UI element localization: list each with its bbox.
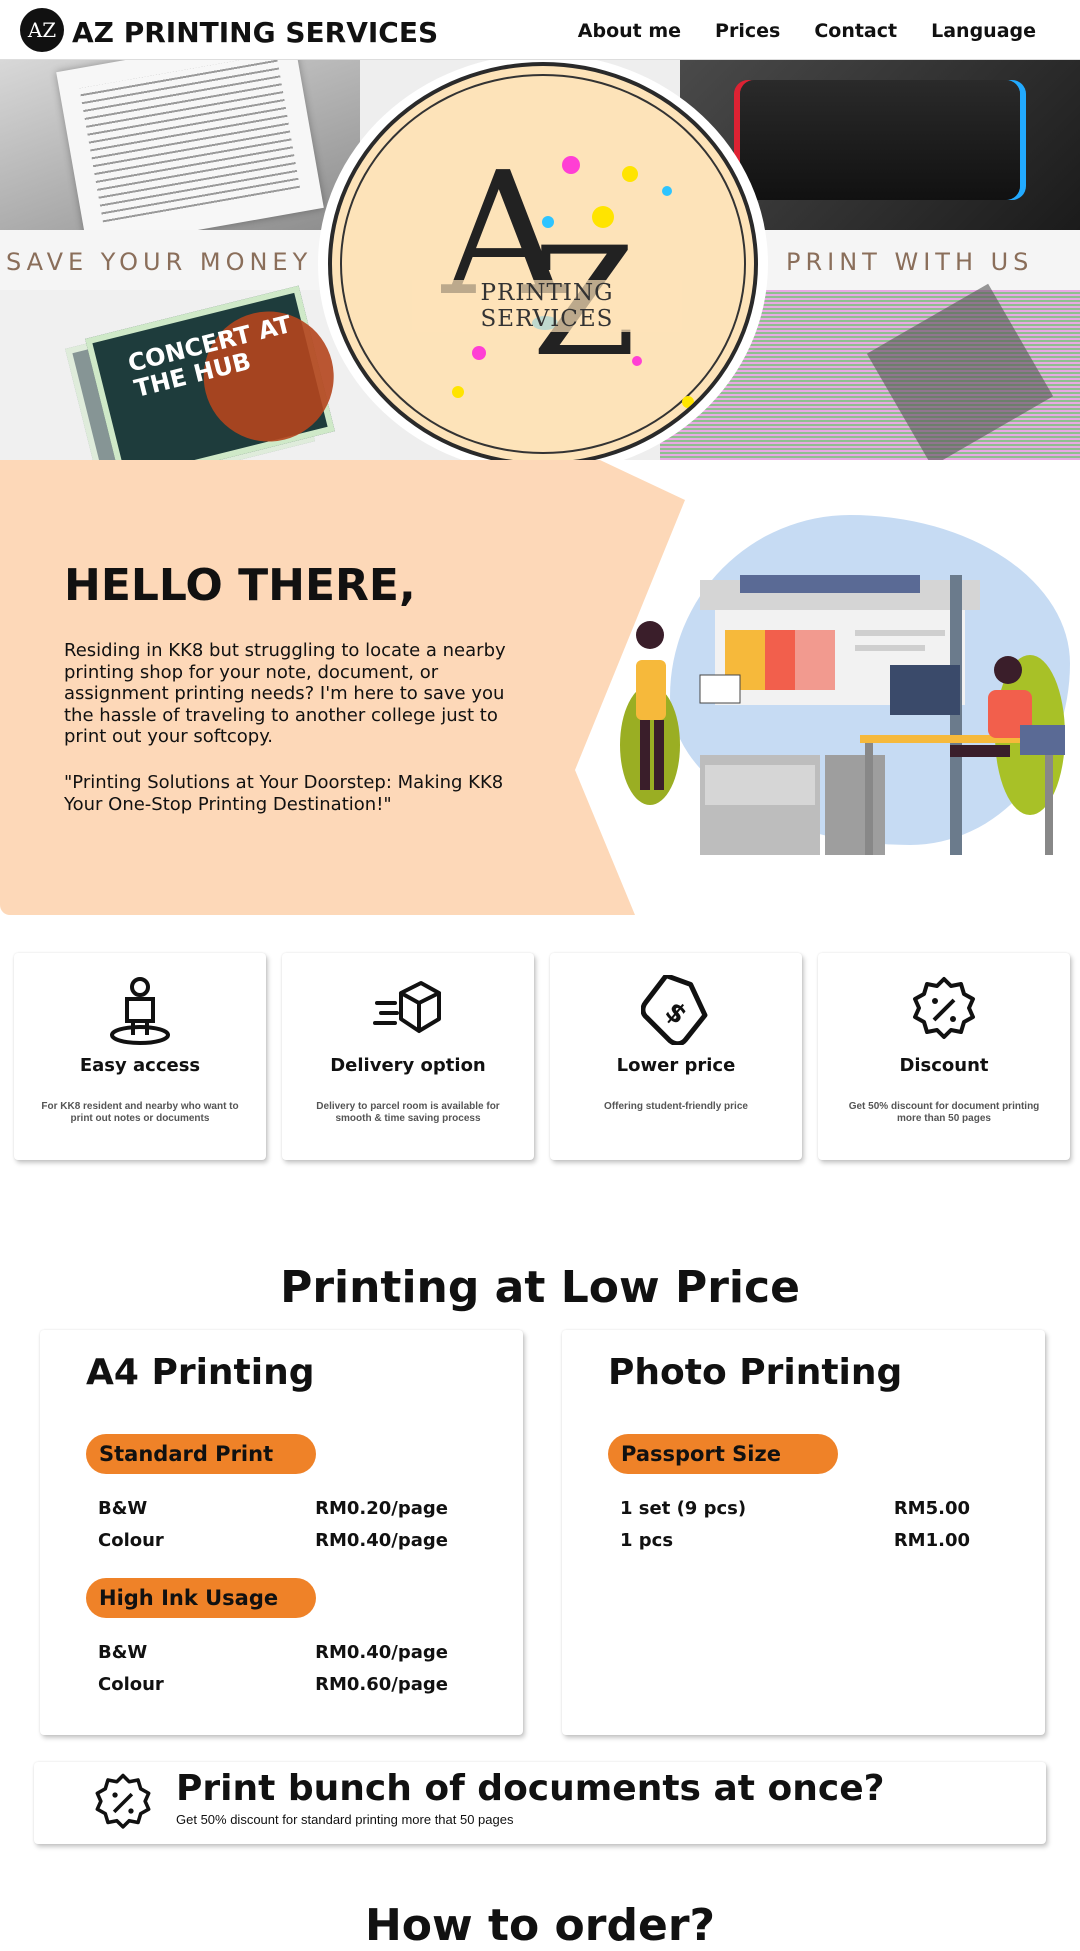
passport-size-pill: Passport Size [608, 1434, 838, 1474]
hero-image-posters: CONCERT AT THE HUB [0, 285, 380, 460]
intro-paragraph: Residing in KK8 but struggling to locate… [64, 640, 506, 747]
price-row-name: 1 set (9 pcs) [620, 1498, 747, 1519]
feature-title: Easy access [79, 1055, 201, 1076]
printing-illustration [610, 515, 1070, 875]
svg-text:$: $ [659, 996, 692, 1031]
feature-card-discount: Discount Get 50% discount for document p… [818, 953, 1070, 1160]
feature-title: Delivery option [330, 1055, 486, 1076]
price-row: Colour RM0.40/page [98, 1530, 448, 1551]
feature-desc: For KK8 resident and nearby who want to … [41, 1101, 239, 1124]
fast-box-icon [373, 981, 441, 1033]
photo-printing-card: Photo Printing Passport Size 1 set (9 pc… [562, 1330, 1045, 1735]
standard-print-pill: Standard Print [86, 1434, 316, 1474]
intro-tagline: "Printing Solutions at Your Doorstep: Ma… [64, 772, 504, 815]
price-row-name: Colour [98, 1530, 164, 1551]
hero-banner-right: PRINT WITH US [786, 248, 1034, 276]
price-row-value: RM1.00 [893, 1530, 970, 1551]
hero-image-papers [0, 60, 360, 250]
feature-card-lower-price: $ Lower price Offering student-friendly … [550, 953, 802, 1160]
nav-link-about[interactable]: About me [578, 20, 681, 42]
hero-collage: SAVE YOUR MONEY PRINT WITH US CONCERT AT… [0, 60, 1080, 460]
nav-link-language[interactable]: Language [931, 20, 1036, 42]
price-row: 1 set (9 pcs) RM5.00 [620, 1498, 970, 1519]
a4-printing-card: A4 Printing Standard Print B&W RM0.20/pag… [40, 1330, 523, 1735]
price-row: 1 pcs RM1.00 [620, 1530, 970, 1551]
feature-title: Lower price [616, 1055, 736, 1076]
intro-heading: HELLO THERE, [64, 560, 416, 611]
price-row-value: RM0.40/page [315, 1530, 448, 1551]
price-row-name: Colour [98, 1674, 164, 1695]
feature-desc: Delivery to parcel room is available for… [316, 1101, 500, 1124]
bulk-title: Print bunch of documents at once? [176, 1768, 885, 1809]
a4-card-title: A4 Printing [86, 1352, 315, 1393]
feature-title: Discount [899, 1055, 989, 1076]
high-ink-pill: High Ink Usage [86, 1578, 316, 1618]
price-row-value: RM0.40/page [315, 1642, 448, 1663]
pricing-title: Printing at Low Price [280, 1262, 800, 1313]
discount-badge-icon [913, 977, 975, 1039]
price-row-value: RM5.00 [893, 1498, 970, 1519]
nav-link-prices[interactable]: Prices [715, 20, 780, 42]
hero-banner-left: SAVE YOUR MONEY [6, 248, 313, 276]
price-row-value: RM0.60/page [315, 1674, 448, 1695]
brand-title[interactable]: AZ PRINTING SERVICES [72, 16, 438, 49]
top-navbar: AZ AZ PRINTING SERVICES About me Prices … [0, 0, 1080, 60]
feature-card-easy-access: Easy access For KK8 resident and nearby … [14, 953, 266, 1160]
feature-card-delivery: Delivery option Delivery to parcel room … [282, 953, 534, 1160]
feature-desc: Offering student-friendly price [604, 1101, 748, 1112]
discount-badge-icon [95, 1773, 151, 1829]
price-row-name: 1 pcs [620, 1530, 674, 1551]
how-to-order-title: How to order? [364, 1900, 716, 1951]
feature-desc: Get 50% discount for document printing m… [848, 1101, 1040, 1124]
price-row-name: B&W [98, 1642, 148, 1663]
hero-logo-circle: A Z PRINTING SERVICES [318, 60, 768, 460]
price-row-value: RM0.20/page [315, 1498, 448, 1519]
price-row-name: B&W [98, 1498, 148, 1519]
bulk-desc: Get 50% discount for standard printing m… [176, 1812, 514, 1827]
price-row: Colour RM0.60/page [98, 1674, 448, 1695]
price-tag-icon: $ [641, 975, 708, 1045]
price-row: B&W RM0.40/page [98, 1642, 448, 1663]
intro-section: HELLO THERE, Residing in KK8 but struggl… [0, 460, 1080, 915]
nav-menu: About me Prices Contact Language [578, 20, 1036, 42]
person-pin-icon [110, 977, 170, 1045]
bulk-discount-banner: Print bunch of documents at once? Get 50… [34, 1762, 1046, 1844]
nav-link-contact[interactable]: Contact [814, 20, 897, 42]
logo-subtitle: PRINTING SERVICES [412, 280, 682, 332]
brand-logo[interactable]: AZ [20, 8, 64, 52]
photo-card-title: Photo Printing [608, 1352, 903, 1393]
price-row: B&W RM0.20/page [98, 1498, 448, 1519]
